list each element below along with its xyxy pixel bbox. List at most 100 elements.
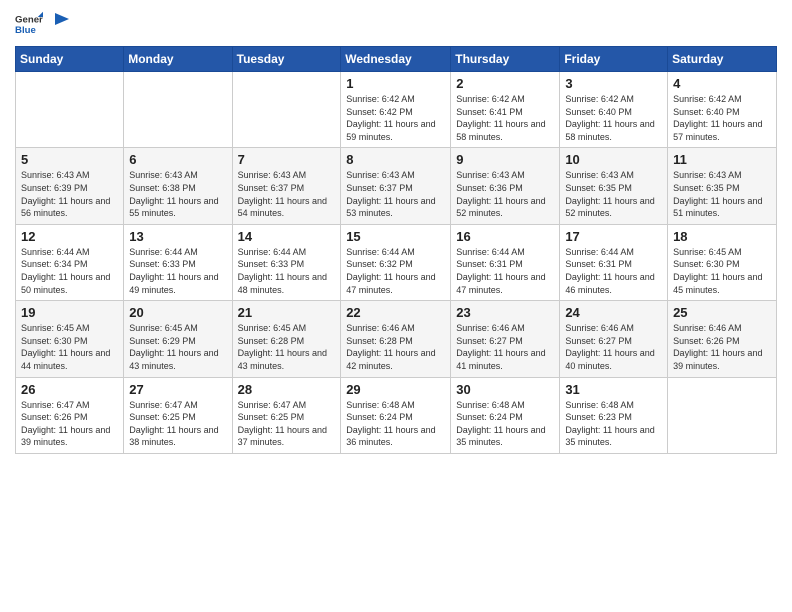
day-number: 3 bbox=[565, 76, 662, 91]
day-number: 19 bbox=[21, 305, 118, 320]
day-number: 17 bbox=[565, 229, 662, 244]
weekday-header-friday: Friday bbox=[560, 47, 668, 72]
header: General Blue bbox=[15, 10, 777, 38]
calendar-week-row: 1 Sunrise: 6:42 AM Sunset: 6:42 PM Daylig… bbox=[16, 72, 777, 148]
day-number: 10 bbox=[565, 152, 662, 167]
calendar-cell: 2 Sunrise: 6:42 AM Sunset: 6:41 PM Daylig… bbox=[451, 72, 560, 148]
calendar-cell: 29 Sunrise: 6:48 AM Sunset: 6:24 PM Dayli… bbox=[341, 377, 451, 453]
day-info: Sunrise: 6:46 AM Sunset: 6:28 PM Dayligh… bbox=[346, 322, 445, 372]
calendar-week-row: 26 Sunrise: 6:47 AM Sunset: 6:26 PM Dayli… bbox=[16, 377, 777, 453]
calendar-week-row: 19 Sunrise: 6:45 AM Sunset: 6:30 PM Dayli… bbox=[16, 301, 777, 377]
weekday-header-monday: Monday bbox=[124, 47, 232, 72]
calendar-cell: 25 Sunrise: 6:46 AM Sunset: 6:26 PM Dayli… bbox=[668, 301, 777, 377]
calendar-week-row: 5Sunrise: 6:43 AM Sunset: 6:39 PM Daylig… bbox=[16, 148, 777, 224]
day-number: 23 bbox=[456, 305, 554, 320]
day-number: 6 bbox=[129, 152, 226, 167]
calendar-cell: 10Sunrise: 6:43 AM Sunset: 6:35 PM Dayli… bbox=[560, 148, 668, 224]
day-info: Sunrise: 6:48 AM Sunset: 6:24 PM Dayligh… bbox=[456, 399, 554, 449]
day-info: Sunrise: 6:45 AM Sunset: 6:29 PM Dayligh… bbox=[129, 322, 226, 372]
calendar-cell: 19 Sunrise: 6:45 AM Sunset: 6:30 PM Dayli… bbox=[16, 301, 124, 377]
day-number: 27 bbox=[129, 382, 226, 397]
page: General Blue SundayMondayTuesdayWednesda… bbox=[0, 0, 792, 612]
calendar-cell: 12 Sunrise: 6:44 AM Sunset: 6:34 PM Dayli… bbox=[16, 224, 124, 300]
day-info: Sunrise: 6:44 AM Sunset: 6:32 PM Dayligh… bbox=[346, 246, 445, 296]
calendar-cell: 15 Sunrise: 6:44 AM Sunset: 6:32 PM Dayli… bbox=[341, 224, 451, 300]
logo: General Blue bbox=[15, 10, 69, 38]
calendar-cell: 11 Sunrise: 6:43 AM Sunset: 6:35 PM Dayli… bbox=[668, 148, 777, 224]
day-info: Sunrise: 6:43 AM Sunset: 6:39 PM Dayligh… bbox=[21, 169, 118, 219]
calendar-cell: 9Sunrise: 6:43 AM Sunset: 6:36 PM Daylig… bbox=[451, 148, 560, 224]
day-info: Sunrise: 6:43 AM Sunset: 6:37 PM Dayligh… bbox=[346, 169, 445, 219]
day-number: 13 bbox=[129, 229, 226, 244]
logo-flag-icon bbox=[51, 13, 69, 35]
day-number: 24 bbox=[565, 305, 662, 320]
day-number: 22 bbox=[346, 305, 445, 320]
day-info: Sunrise: 6:42 AM Sunset: 6:40 PM Dayligh… bbox=[565, 93, 662, 143]
weekday-header-wednesday: Wednesday bbox=[341, 47, 451, 72]
weekday-header-saturday: Saturday bbox=[668, 47, 777, 72]
calendar-cell: 26 Sunrise: 6:47 AM Sunset: 6:26 PM Dayli… bbox=[16, 377, 124, 453]
weekday-header-thursday: Thursday bbox=[451, 47, 560, 72]
calendar-cell: 24 Sunrise: 6:46 AM Sunset: 6:27 PM Dayli… bbox=[560, 301, 668, 377]
day-number: 31 bbox=[565, 382, 662, 397]
day-number: 20 bbox=[129, 305, 226, 320]
day-info: Sunrise: 6:45 AM Sunset: 6:28 PM Dayligh… bbox=[238, 322, 336, 372]
day-number: 9 bbox=[456, 152, 554, 167]
day-info: Sunrise: 6:44 AM Sunset: 6:31 PM Dayligh… bbox=[565, 246, 662, 296]
calendar-cell: 23Sunrise: 6:46 AM Sunset: 6:27 PM Dayli… bbox=[451, 301, 560, 377]
day-info: Sunrise: 6:48 AM Sunset: 6:24 PM Dayligh… bbox=[346, 399, 445, 449]
day-info: Sunrise: 6:47 AM Sunset: 6:25 PM Dayligh… bbox=[238, 399, 336, 449]
day-number: 8 bbox=[346, 152, 445, 167]
calendar-cell bbox=[668, 377, 777, 453]
day-number: 15 bbox=[346, 229, 445, 244]
logo-icon: General Blue bbox=[15, 10, 43, 38]
day-number: 2 bbox=[456, 76, 554, 91]
day-info: Sunrise: 6:46 AM Sunset: 6:26 PM Dayligh… bbox=[673, 322, 771, 372]
calendar-cell: 8 Sunrise: 6:43 AM Sunset: 6:37 PM Daylig… bbox=[341, 148, 451, 224]
day-info: Sunrise: 6:45 AM Sunset: 6:30 PM Dayligh… bbox=[21, 322, 118, 372]
day-number: 29 bbox=[346, 382, 445, 397]
day-info: Sunrise: 6:44 AM Sunset: 6:33 PM Dayligh… bbox=[238, 246, 336, 296]
day-number: 30 bbox=[456, 382, 554, 397]
weekday-header-sunday: Sunday bbox=[16, 47, 124, 72]
calendar-cell: 22 Sunrise: 6:46 AM Sunset: 6:28 PM Dayli… bbox=[341, 301, 451, 377]
calendar-cell: 3 Sunrise: 6:42 AM Sunset: 6:40 PM Daylig… bbox=[560, 72, 668, 148]
calendar-cell: 4Sunrise: 6:42 AM Sunset: 6:40 PM Daylig… bbox=[668, 72, 777, 148]
day-number: 11 bbox=[673, 152, 771, 167]
day-info: Sunrise: 6:44 AM Sunset: 6:31 PM Dayligh… bbox=[456, 246, 554, 296]
day-info: Sunrise: 6:47 AM Sunset: 6:26 PM Dayligh… bbox=[21, 399, 118, 449]
svg-text:General: General bbox=[15, 14, 43, 25]
day-info: Sunrise: 6:47 AM Sunset: 6:25 PM Dayligh… bbox=[129, 399, 226, 449]
day-info: Sunrise: 6:44 AM Sunset: 6:34 PM Dayligh… bbox=[21, 246, 118, 296]
day-number: 26 bbox=[21, 382, 118, 397]
calendar-cell: 18Sunrise: 6:45 AM Sunset: 6:30 PM Dayli… bbox=[668, 224, 777, 300]
calendar-cell: 16Sunrise: 6:44 AM Sunset: 6:31 PM Dayli… bbox=[451, 224, 560, 300]
day-info: Sunrise: 6:42 AM Sunset: 6:42 PM Dayligh… bbox=[346, 93, 445, 143]
calendar-cell: 20 Sunrise: 6:45 AM Sunset: 6:29 PM Dayli… bbox=[124, 301, 232, 377]
day-number: 1 bbox=[346, 76, 445, 91]
calendar-week-row: 12 Sunrise: 6:44 AM Sunset: 6:34 PM Dayli… bbox=[16, 224, 777, 300]
calendar-cell: 14 Sunrise: 6:44 AM Sunset: 6:33 PM Dayli… bbox=[232, 224, 341, 300]
day-number: 28 bbox=[238, 382, 336, 397]
day-info: Sunrise: 6:43 AM Sunset: 6:38 PM Dayligh… bbox=[129, 169, 226, 219]
day-number: 25 bbox=[673, 305, 771, 320]
day-info: Sunrise: 6:44 AM Sunset: 6:33 PM Dayligh… bbox=[129, 246, 226, 296]
day-number: 18 bbox=[673, 229, 771, 244]
calendar-cell: 5Sunrise: 6:43 AM Sunset: 6:39 PM Daylig… bbox=[16, 148, 124, 224]
day-info: Sunrise: 6:43 AM Sunset: 6:35 PM Dayligh… bbox=[673, 169, 771, 219]
calendar-cell: 17 Sunrise: 6:44 AM Sunset: 6:31 PM Dayli… bbox=[560, 224, 668, 300]
day-info: Sunrise: 6:42 AM Sunset: 6:41 PM Dayligh… bbox=[456, 93, 554, 143]
calendar-cell bbox=[124, 72, 232, 148]
day-info: Sunrise: 6:46 AM Sunset: 6:27 PM Dayligh… bbox=[565, 322, 662, 372]
calendar-cell: 30 Sunrise: 6:48 AM Sunset: 6:24 PM Dayli… bbox=[451, 377, 560, 453]
day-info: Sunrise: 6:43 AM Sunset: 6:37 PM Dayligh… bbox=[238, 169, 336, 219]
svg-text:Blue: Blue bbox=[15, 25, 36, 36]
calendar-cell: 13 Sunrise: 6:44 AM Sunset: 6:33 PM Dayli… bbox=[124, 224, 232, 300]
day-number: 12 bbox=[21, 229, 118, 244]
day-number: 4 bbox=[673, 76, 771, 91]
calendar-cell: 7Sunrise: 6:43 AM Sunset: 6:37 PM Daylig… bbox=[232, 148, 341, 224]
calendar-cell bbox=[16, 72, 124, 148]
weekday-header-tuesday: Tuesday bbox=[232, 47, 341, 72]
calendar-cell: 28 Sunrise: 6:47 AM Sunset: 6:25 PM Dayli… bbox=[232, 377, 341, 453]
day-number: 14 bbox=[238, 229, 336, 244]
